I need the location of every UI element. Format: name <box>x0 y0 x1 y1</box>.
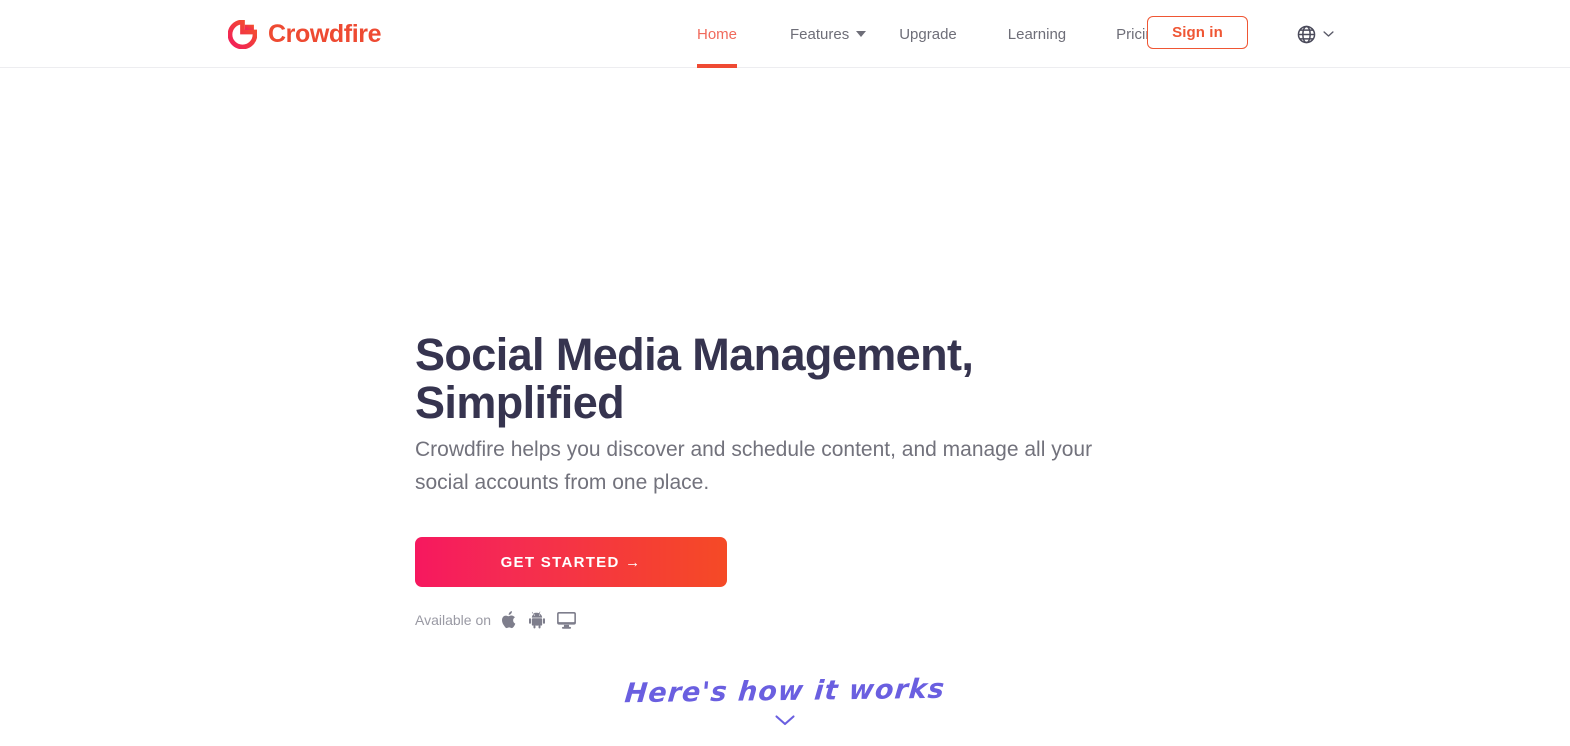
chevron-down-icon <box>774 714 796 732</box>
nav-item-upgrade[interactable]: Upgrade <box>899 0 957 68</box>
globe-icon <box>1296 24 1317 45</box>
language-selector[interactable] <box>1296 0 1334 68</box>
page-title: Social Media Management, Simplified <box>415 329 974 429</box>
available-on: Available on <box>415 611 576 629</box>
main-nav: Home Features Upgrade Learning Pricing <box>697 0 1162 68</box>
nav-item-upgrade-label: Upgrade <box>899 25 957 43</box>
crowdfire-circle-logo-icon <box>228 19 257 49</box>
hero-subtitle: Crowdfire helps you discover and schedul… <box>415 438 1093 494</box>
nav-item-features-label: Features <box>790 25 850 43</box>
nav-item-home[interactable]: Home <box>697 0 738 68</box>
apple-icon[interactable] <box>502 611 517 629</box>
available-on-label: Available on <box>415 612 492 628</box>
nav-item-home-label: Home <box>697 25 738 43</box>
hero-section: Social Media Management, Simplified Crow… <box>0 68 1570 746</box>
nav-item-learning[interactable]: Learning <box>1008 0 1066 68</box>
logo[interactable]: Crowdfire <box>228 0 381 68</box>
desktop-monitor-icon[interactable] <box>557 611 576 629</box>
logo-text: Crowdfire <box>268 19 382 48</box>
nav-item-learning-label: Learning <box>1007 25 1067 43</box>
chevron-down-icon <box>1323 30 1334 38</box>
sign-in-button[interactable]: Sign in <box>1147 16 1248 49</box>
get-started-button[interactable]: GET STARTED → <box>415 537 727 587</box>
chevron-down-icon <box>856 31 867 37</box>
platform-icons <box>502 611 576 629</box>
android-icon[interactable] <box>529 611 546 629</box>
how-it-works-link[interactable]: Here's how it works <box>0 673 1570 732</box>
how-it-works-label: Here's how it works <box>623 673 947 710</box>
site-header: Crowdfire Home Features Upgrade Learning… <box>0 0 1570 68</box>
nav-item-features[interactable]: Features <box>790 0 867 68</box>
